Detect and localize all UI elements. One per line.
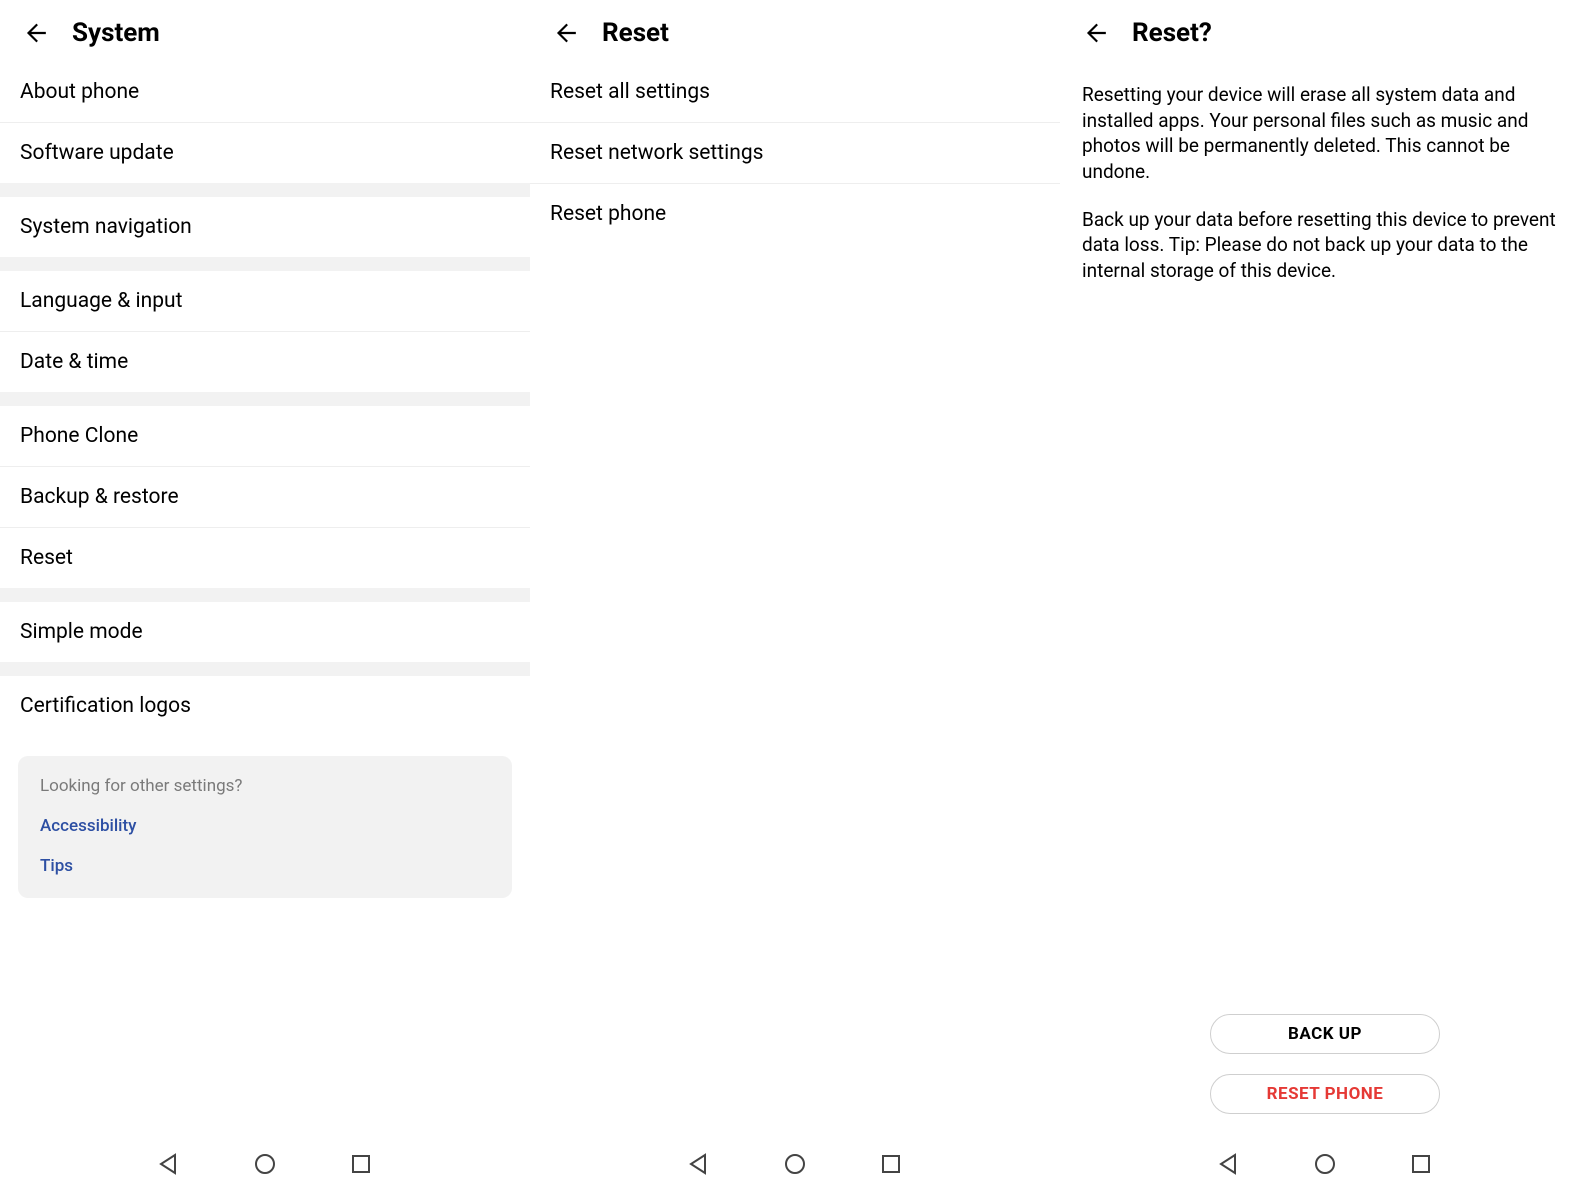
reset-confirm-content: Resetting your device will erase all sys…: [1060, 62, 1590, 1134]
hint-card: Looking for other settings? Accessibilit…: [18, 756, 512, 898]
section-divider: [0, 662, 530, 676]
warning-paragraph-1: Resetting your device will erase all sys…: [1082, 82, 1568, 185]
list-item-language-input[interactable]: Language & input: [0, 271, 530, 332]
nav-back-icon[interactable]: [1216, 1151, 1242, 1177]
header: System: [0, 0, 530, 62]
reset-phone-button[interactable]: RESET PHONE: [1210, 1074, 1440, 1114]
page-title: Reset?: [1132, 18, 1212, 48]
list-item-system-navigation[interactable]: System navigation: [0, 197, 530, 257]
list-item-reset-phone[interactable]: Reset phone: [530, 184, 1060, 244]
section-divider: [0, 588, 530, 602]
nav-bar: [530, 1134, 1060, 1194]
section-divider: [0, 392, 530, 406]
nav-recent-icon[interactable]: [348, 1151, 374, 1177]
hint-link-tips[interactable]: Tips: [40, 856, 490, 876]
action-buttons: BACK UP RESET PHONE: [1060, 1014, 1590, 1134]
list-item-software-update[interactable]: Software update: [0, 123, 530, 183]
settings-list: About phone Software update System navig…: [0, 62, 530, 1134]
page-title: Reset: [602, 18, 669, 48]
back-icon[interactable]: [20, 18, 50, 48]
back-icon[interactable]: [1080, 18, 1110, 48]
header: Reset?: [1060, 0, 1590, 62]
list-item-phone-clone[interactable]: Phone Clone: [0, 406, 530, 467]
back-icon[interactable]: [550, 18, 580, 48]
nav-bar: [0, 1134, 530, 1194]
list-item-reset-network-settings[interactable]: Reset network settings: [530, 123, 1060, 184]
warning-paragraph-2: Back up your data before resetting this …: [1082, 207, 1568, 284]
nav-back-icon[interactable]: [686, 1151, 712, 1177]
list-item-about-phone[interactable]: About phone: [0, 62, 530, 123]
header: Reset: [530, 0, 1060, 62]
reset-list: Reset all settings Reset network setting…: [530, 62, 1060, 1134]
list-item-reset-all-settings[interactable]: Reset all settings: [530, 62, 1060, 123]
screen-reset: Reset Reset all settings Reset network s…: [530, 0, 1060, 1194]
page-title: System: [72, 18, 160, 48]
list-item-reset[interactable]: Reset: [0, 528, 530, 588]
nav-recent-icon[interactable]: [1408, 1151, 1434, 1177]
nav-home-icon[interactable]: [252, 1151, 278, 1177]
nav-bar: [1060, 1134, 1590, 1194]
hint-link-accessibility[interactable]: Accessibility: [40, 816, 490, 836]
list-item-simple-mode[interactable]: Simple mode: [0, 602, 530, 662]
screen-system: System About phone Software update Syste…: [0, 0, 530, 1194]
nav-recent-icon[interactable]: [878, 1151, 904, 1177]
list-item-certification-logos[interactable]: Certification logos: [0, 676, 530, 736]
list-item-date-time[interactable]: Date & time: [0, 332, 530, 392]
list-item-backup-restore[interactable]: Backup & restore: [0, 467, 530, 528]
nav-home-icon[interactable]: [1312, 1151, 1338, 1177]
section-divider: [0, 183, 530, 197]
hint-title: Looking for other settings?: [40, 776, 490, 796]
nav-back-icon[interactable]: [156, 1151, 182, 1177]
nav-home-icon[interactable]: [782, 1151, 808, 1177]
screen-reset-confirm: Reset? Resetting your device will erase …: [1060, 0, 1590, 1194]
section-divider: [0, 257, 530, 271]
backup-button[interactable]: BACK UP: [1210, 1014, 1440, 1054]
warning-text: Resetting your device will erase all sys…: [1060, 62, 1590, 305]
